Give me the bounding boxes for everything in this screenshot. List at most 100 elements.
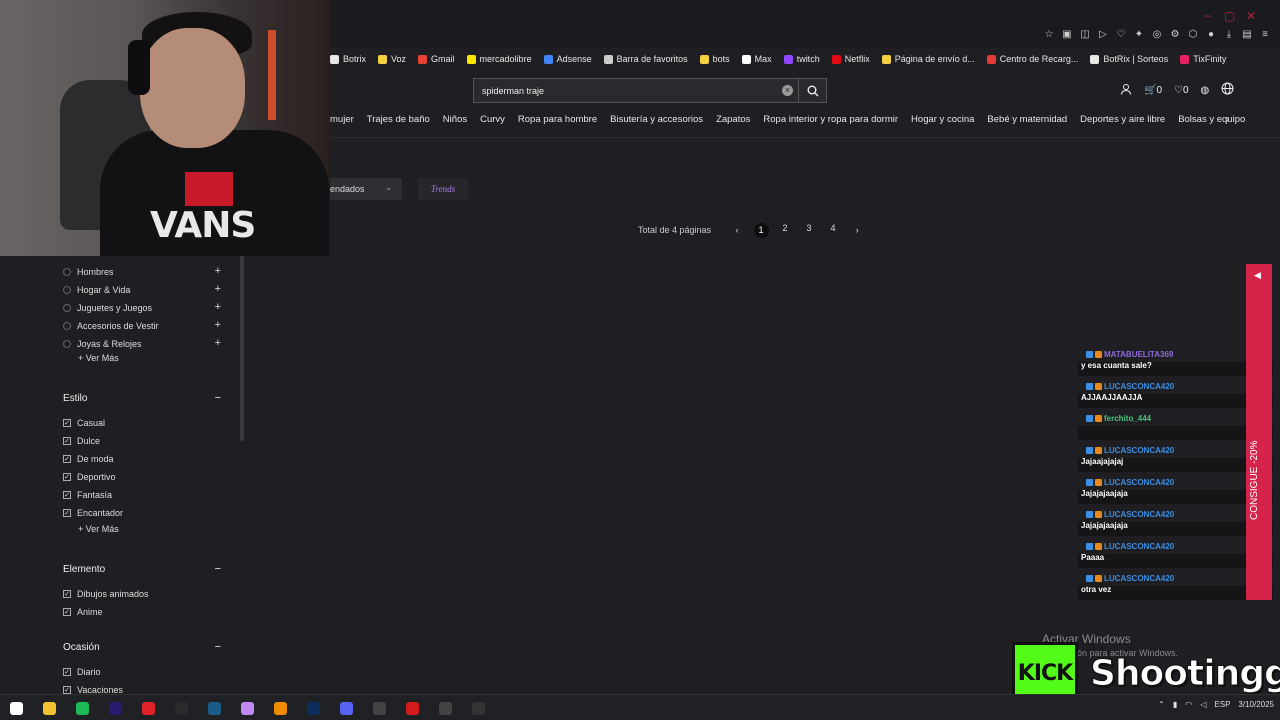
heart-icon[interactable]: ♡	[1116, 29, 1126, 41]
bookmark-item[interactable]: TixFinity	[1180, 54, 1226, 64]
category-filter-item[interactable]: Accesorios de Vestir +	[63, 319, 223, 333]
collapse-minus-icon[interactable]: −	[215, 641, 221, 653]
search-button[interactable]	[798, 79, 826, 102]
chat-username[interactable]: LUCASCONCA420	[1104, 478, 1174, 487]
page-2-button[interactable]: 2	[773, 223, 797, 238]
next-page-icon[interactable]: ›	[845, 225, 869, 235]
chrome-icon[interactable]	[369, 698, 389, 718]
usb-icon[interactable]: ▮	[1173, 700, 1177, 709]
expand-plus-icon[interactable]: +	[215, 301, 221, 313]
bookmark-item[interactable]: Página de envío d...	[881, 54, 975, 64]
occasion-filter-item[interactable]: ✓ Diario	[63, 665, 101, 679]
user-icon[interactable]	[1120, 83, 1132, 98]
feather-icon[interactable]	[237, 698, 257, 718]
premiere-icon[interactable]	[105, 698, 125, 718]
element-filter-item[interactable]: ✓ Dibujos animados	[63, 587, 149, 601]
spotify-icon[interactable]	[72, 698, 92, 718]
clear-search-icon[interactable]: ×	[782, 85, 793, 96]
language-indicator[interactable]: ESP	[1214, 700, 1230, 709]
style-filter-item[interactable]: ✓ Fantasía	[63, 488, 112, 502]
player-icon[interactable]: ▷	[1098, 29, 1108, 41]
chat-username[interactable]: LUCASCONCA420	[1104, 510, 1174, 519]
puzzle-icon[interactable]: ⬡	[1188, 29, 1198, 41]
sidebar-icon[interactable]: ▤	[1242, 29, 1252, 41]
expand-plus-icon[interactable]: +	[215, 283, 221, 295]
sort-select[interactable]: endados ⌄	[330, 178, 402, 200]
settings-icon[interactable]: ⚙	[1170, 29, 1180, 41]
chat-username[interactable]: LUCASCONCA420	[1104, 542, 1174, 551]
category-link[interactable]: Bebé y maternidad	[987, 114, 1067, 125]
minimize-icon[interactable]: −	[1204, 9, 1216, 23]
show-more-link[interactable]: + Ver Más	[78, 524, 119, 534]
wifi-icon[interactable]: ◠	[1185, 700, 1192, 709]
photoshop-icon[interactable]	[303, 698, 323, 718]
steam-icon[interactable]	[204, 698, 224, 718]
vlc-icon[interactable]	[270, 698, 290, 718]
checkbox-checked-icon[interactable]: ✓	[63, 491, 71, 499]
element-section-title[interactable]: Elemento −	[63, 563, 223, 575]
bookmark-star-icon[interactable]: ☆	[1044, 29, 1054, 41]
bookmark-item[interactable]: Max	[741, 54, 772, 64]
category-link[interactable]: Bolsas y equipo	[1178, 114, 1245, 125]
bookmark-item[interactable]: Gmail	[418, 54, 455, 64]
volume-icon[interactable]: ◁	[1200, 700, 1206, 709]
category-filter-item[interactable]: Joyas & Relojes +	[63, 337, 223, 351]
category-link[interactable]: Trajes de baño	[367, 114, 430, 125]
category-link[interactable]: Curvy	[480, 114, 505, 125]
checkbox-checked-icon[interactable]: ✓	[63, 509, 71, 517]
chat-username[interactable]: ferchito_444	[1104, 414, 1151, 423]
style-filter-item[interactable]: ✓ Deportivo	[63, 470, 116, 484]
chat-username[interactable]: LUCASCONCA420	[1104, 382, 1174, 391]
element-filter-item[interactable]: ✓ Anime	[63, 605, 103, 619]
windows-icon[interactable]	[6, 698, 26, 718]
screenshot-icon[interactable]: ▣	[1062, 29, 1072, 41]
style-section-title[interactable]: Estilo −	[63, 392, 223, 404]
category-link[interactable]: Deportes y aire libre	[1080, 114, 1165, 125]
checkbox-checked-icon[interactable]: ✓	[63, 437, 71, 445]
category-link[interactable]: Ropa para hombre	[518, 114, 597, 125]
category-filter-item[interactable]: Hombres +	[63, 265, 223, 279]
obs-icon[interactable]	[171, 698, 191, 718]
bookmark-item[interactable]: bots	[699, 54, 730, 64]
page-1-button[interactable]: 1	[749, 222, 773, 238]
maximize-icon[interactable]: ▢	[1224, 9, 1236, 23]
radio-icon[interactable]	[63, 322, 71, 330]
search-input[interactable]	[474, 79, 774, 102]
discord-icon[interactable]	[336, 698, 356, 718]
category-link[interactable]: mujer	[330, 114, 354, 125]
category-filter-item[interactable]: Juguetes y Juegos +	[63, 301, 223, 315]
bookmark-item[interactable]: twitch	[783, 54, 820, 64]
category-link[interactable]: Ropa interior y ropa para dormir	[763, 114, 898, 125]
page-3-button[interactable]: 3	[797, 223, 821, 238]
style-filter-item[interactable]: ✓ De moda	[63, 452, 114, 466]
sidebar-scrollbar[interactable]	[240, 256, 244, 441]
red-app-icon[interactable]	[402, 698, 422, 718]
trends-tag[interactable]: Trends	[418, 178, 468, 200]
checkbox-checked-icon[interactable]: ✓	[63, 686, 71, 694]
collapse-minus-icon[interactable]: −	[215, 392, 221, 404]
bookmark-item[interactable]: Botrix	[330, 54, 366, 64]
category-link[interactable]: Niños	[443, 114, 467, 125]
checkbox-checked-icon[interactable]: ✓	[63, 590, 71, 598]
language-globe-icon[interactable]	[1221, 82, 1234, 98]
style-filter-item[interactable]: ✓ Encantador	[63, 506, 123, 520]
explorer-icon[interactable]	[39, 698, 59, 718]
support-icon[interactable]: ◍	[1201, 85, 1210, 96]
bookmark-item[interactable]: BotRix | Sorteos	[1090, 54, 1168, 64]
category-link[interactable]: Bisutería y accesorios	[610, 114, 703, 125]
close-icon[interactable]: ✕	[1246, 9, 1258, 23]
chat-username[interactable]: LUCASCONCA420	[1104, 446, 1174, 455]
checkbox-checked-icon[interactable]: ✓	[63, 668, 71, 676]
chevron-right-icon[interactable]: ›	[1226, 114, 1229, 125]
terminal-icon[interactable]	[468, 698, 488, 718]
expand-plus-icon[interactable]: +	[215, 265, 221, 277]
bookmark-item[interactable]: Adsense	[543, 54, 592, 64]
bookmark-item[interactable]: Barra de favoritos	[603, 54, 688, 64]
style-filter-item[interactable]: ✓ Dulce	[63, 434, 100, 448]
vpn-icon[interactable]: ◎	[1152, 29, 1162, 41]
show-more-link[interactable]: + Ver Más	[78, 353, 119, 363]
collapse-minus-icon[interactable]: −	[215, 563, 221, 575]
clock-date[interactable]: 3/10/2025	[1238, 700, 1274, 709]
radio-icon[interactable]	[63, 304, 71, 312]
profile-icon[interactable]: ●	[1206, 29, 1216, 41]
